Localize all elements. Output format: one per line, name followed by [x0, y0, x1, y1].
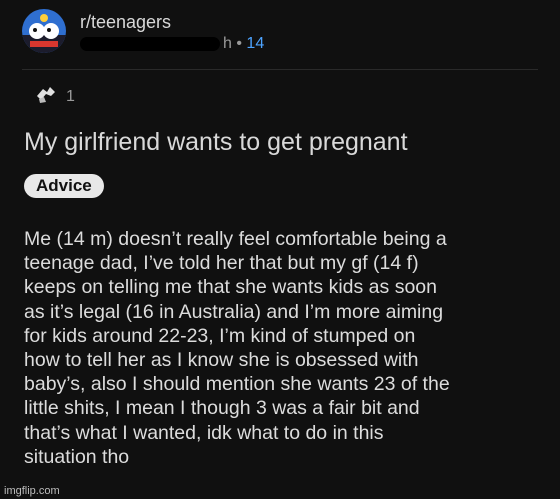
- watermark: imgflip.com: [4, 485, 60, 497]
- post-body-line: for kids around 22-23, I’m kind of stump…: [24, 324, 416, 347]
- redacted-username: [80, 36, 220, 51]
- award-icon: [34, 84, 58, 109]
- post-body-line: little shits, I mean I though 3 was a fa…: [24, 397, 420, 420]
- subreddit-name[interactable]: r/teenagers: [80, 12, 171, 33]
- post-age-suffix: h: [223, 35, 232, 52]
- post-body-line: keeps on telling me that she wants kids …: [24, 276, 437, 299]
- award-count: 1: [66, 87, 75, 105]
- post-body-line: teenage dad, I’ve told her that but my g…: [24, 252, 419, 275]
- post-flair[interactable]: Advice: [24, 174, 104, 198]
- meta-separator: •: [236, 35, 242, 52]
- post-body-line: baby’s, also I should mention she wants …: [24, 373, 450, 396]
- subreddit-avatar-icon[interactable]: [22, 9, 66, 53]
- post-count: 14: [246, 35, 265, 52]
- post-body-line: as it’s legal (16 in Australia) and I’m …: [24, 300, 444, 323]
- post-title[interactable]: My girlfriend wants to get pregnant: [24, 128, 408, 157]
- header-divider: [22, 69, 538, 70]
- post-body-line: Me (14 m) doesn’t really feel comfortabl…: [24, 228, 447, 250]
- post-body-line: situation tho: [24, 445, 130, 468]
- award-badge[interactable]: 1: [34, 84, 75, 109]
- post-body-line: that’s what I wanted, idk what to do in …: [24, 421, 384, 444]
- post-body: Me (14 m) doesn’t really feel comfortabl…: [24, 227, 544, 469]
- post-body-line: how to tell her as I know she is obsesse…: [24, 349, 419, 372]
- post-meta: h • 14: [80, 35, 264, 53]
